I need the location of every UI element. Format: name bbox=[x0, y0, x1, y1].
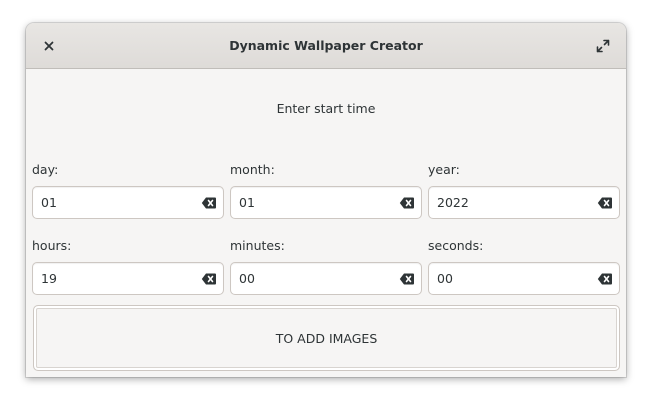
window-title: Dynamic Wallpaper Creator bbox=[229, 38, 423, 53]
clear-icon[interactable] bbox=[399, 272, 415, 286]
app-window: Dynamic Wallpaper Creator Enter start ti… bbox=[26, 23, 626, 377]
month-label: month: bbox=[230, 162, 275, 177]
maximize-icon bbox=[596, 39, 610, 53]
minutes-label: minutes: bbox=[230, 238, 285, 253]
year-label: year: bbox=[428, 162, 460, 177]
hours-value: 19 bbox=[41, 271, 57, 286]
minutes-field[interactable]: 00 bbox=[230, 262, 422, 295]
hours-field[interactable]: 19 bbox=[32, 262, 224, 295]
year-value: 2022 bbox=[437, 195, 469, 210]
clear-icon[interactable] bbox=[201, 196, 217, 210]
add-images-button[interactable]: TO ADD IMAGES bbox=[33, 305, 620, 371]
clear-icon[interactable] bbox=[399, 196, 415, 210]
start-time-heading: Enter start time bbox=[276, 101, 376, 116]
year-field[interactable]: 2022 bbox=[428, 186, 620, 219]
clear-icon[interactable] bbox=[201, 272, 217, 286]
seconds-field[interactable]: 00 bbox=[428, 262, 620, 295]
seconds-value: 00 bbox=[437, 271, 453, 286]
day-label: day: bbox=[32, 162, 59, 177]
hours-label: hours: bbox=[32, 238, 72, 253]
month-value: 01 bbox=[239, 195, 255, 210]
clear-icon[interactable] bbox=[597, 272, 613, 286]
day-field[interactable]: 01 bbox=[32, 186, 224, 219]
month-field[interactable]: 01 bbox=[230, 186, 422, 219]
maximize-button[interactable] bbox=[588, 31, 618, 61]
header-bar: Dynamic Wallpaper Creator bbox=[26, 23, 626, 69]
add-images-label: TO ADD IMAGES bbox=[275, 330, 378, 346]
day-value: 01 bbox=[41, 195, 57, 210]
minutes-value: 00 bbox=[239, 271, 255, 286]
clear-icon[interactable] bbox=[597, 196, 613, 210]
seconds-label: seconds: bbox=[428, 238, 484, 253]
